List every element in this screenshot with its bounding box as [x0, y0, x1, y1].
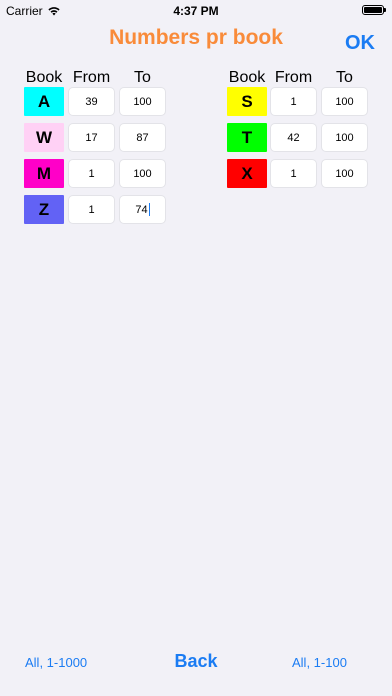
book-m-to-field[interactable]: 100	[119, 159, 166, 188]
book-t-to-field[interactable]: 100	[321, 123, 368, 152]
book-a-to-field[interactable]: 100	[119, 87, 166, 116]
book-z-to-field[interactable]: 74	[119, 195, 166, 224]
book-x-to-field[interactable]: 100	[321, 159, 368, 188]
book-t-from-field[interactable]: 42	[270, 123, 317, 152]
status-bar: Carrier 4:37 PM	[0, 0, 392, 22]
book-s-from-field[interactable]: 1	[270, 87, 317, 116]
book-tile-w[interactable]: W	[24, 123, 64, 152]
left-col-header-book: Book	[25, 69, 63, 86]
battery-cap	[384, 8, 386, 12]
status-time: 4:37 PM	[173, 4, 219, 18]
left-col-header-to: To	[134, 69, 151, 86]
right-col-header-book: Book	[228, 69, 266, 86]
right-col-header-to: To	[336, 69, 353, 86]
book-tile-s[interactable]: S	[227, 87, 267, 116]
right-col-header-from: From	[274, 69, 313, 86]
battery-level	[364, 7, 382, 13]
text-cursor	[148, 203, 150, 216]
book-tile-z[interactable]: Z	[24, 195, 64, 224]
book-tile-a[interactable]: A	[24, 87, 64, 116]
book-z-from-field[interactable]: 1	[68, 195, 115, 224]
book-a-from-field[interactable]: 39	[68, 87, 115, 116]
book-tile-x[interactable]: X	[227, 159, 267, 188]
book-w-to-field[interactable]: 87	[119, 123, 166, 152]
left-col-header-from: From	[72, 69, 111, 86]
book-w-from-field[interactable]: 17	[68, 123, 115, 152]
ok-button[interactable]: OK	[345, 32, 375, 55]
book-s-to-field[interactable]: 100	[321, 87, 368, 116]
book-x-from-field[interactable]: 1	[270, 159, 317, 188]
back-button[interactable]: Back	[174, 651, 217, 671]
battery-icon	[362, 5, 386, 15]
book-tile-t[interactable]: T	[227, 123, 267, 152]
book-tile-m[interactable]: M	[24, 159, 64, 188]
book-m-from-field[interactable]: 1	[68, 159, 115, 188]
book-z-to-value: 74	[135, 203, 148, 216]
page-title: Numbers pr book	[109, 26, 283, 49]
all-1-100-button[interactable]: All, 1-100	[292, 655, 347, 670]
